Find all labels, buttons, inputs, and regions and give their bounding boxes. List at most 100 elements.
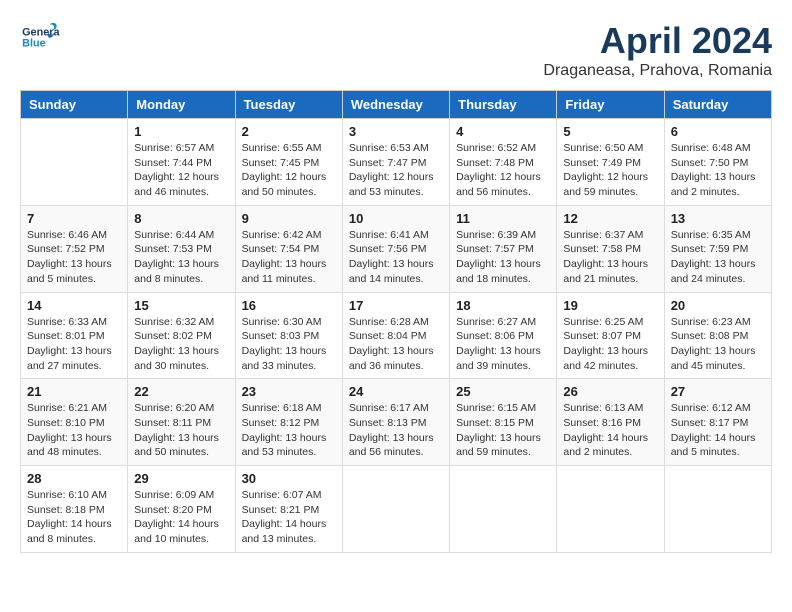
day-number: 13 <box>671 211 765 226</box>
calendar-week-row: 14 Sunrise: 6:33 AMSunset: 8:01 PMDayligh… <box>21 292 772 379</box>
day-number: 20 <box>671 298 765 313</box>
day-number: 19 <box>563 298 657 313</box>
calendar-day-cell: 3 Sunrise: 6:53 AMSunset: 7:47 PMDaylight… <box>342 119 449 206</box>
day-number: 10 <box>349 211 443 226</box>
day-info: Sunrise: 6:35 AMSunset: 7:59 PMDaylight:… <box>671 228 765 287</box>
day-number: 24 <box>349 384 443 399</box>
day-number: 3 <box>349 124 443 139</box>
calendar-day-cell: 27Sunrise: 6:12 AMSunset: 8:17 PMDayligh… <box>664 379 771 466</box>
calendar-day-cell: 25 Sunrise: 6:15 AMSunset: 8:15 PMDayligh… <box>450 379 557 466</box>
day-info: Sunrise: 6:46 AMSunset: 7:52 PMDaylight:… <box>27 228 121 287</box>
day-number: 30 <box>242 471 336 486</box>
day-number: 14 <box>27 298 121 313</box>
day-info: Sunrise: 6:20 AMSunset: 8:11 PMDaylight:… <box>134 401 228 460</box>
day-number: 1 <box>134 124 228 139</box>
day-info: Sunrise: 6:41 AMSunset: 7:56 PMDaylight:… <box>349 228 443 287</box>
logo-icon: General Blue <box>20 20 60 55</box>
day-info: Sunrise: 6:55 AMSunset: 7:45 PMDaylight:… <box>242 141 336 200</box>
calendar-day-cell <box>21 119 128 206</box>
day-number: 2 <box>242 124 336 139</box>
calendar-day-cell <box>557 466 664 553</box>
day-number: 28 <box>27 471 121 486</box>
calendar-day-cell: 22Sunrise: 6:20 AMSunset: 8:11 PMDayligh… <box>128 379 235 466</box>
day-info: Sunrise: 6:42 AMSunset: 7:54 PMDaylight:… <box>242 228 336 287</box>
day-info: Sunrise: 6:25 AMSunset: 8:07 PMDaylight:… <box>563 315 657 374</box>
day-number: 16 <box>242 298 336 313</box>
day-number: 26 <box>563 384 657 399</box>
day-number: 6 <box>671 124 765 139</box>
weekday-header: Tuesday <box>235 91 342 119</box>
day-info: Sunrise: 6:37 AMSunset: 7:58 PMDaylight:… <box>563 228 657 287</box>
calendar-day-cell: 23 Sunrise: 6:18 AMSunset: 8:12 PMDayligh… <box>235 379 342 466</box>
day-info: Sunrise: 6:12 AMSunset: 8:17 PMDaylight:… <box>671 401 765 460</box>
location-text: Draganeasa, Prahova, Romania <box>543 62 772 80</box>
calendar-day-cell: 19 Sunrise: 6:25 AMSunset: 8:07 PMDayligh… <box>557 292 664 379</box>
day-number: 21 <box>27 384 121 399</box>
day-info: Sunrise: 6:10 AMSunset: 8:18 PMDaylight:… <box>27 488 121 547</box>
weekday-header: Monday <box>128 91 235 119</box>
calendar-day-cell: 1 Sunrise: 6:57 AMSunset: 7:44 PMDaylight… <box>128 119 235 206</box>
calendar-day-cell: 8 Sunrise: 6:44 AMSunset: 7:53 PMDaylight… <box>128 205 235 292</box>
calendar-day-cell: 13 Sunrise: 6:35 AMSunset: 7:59 PMDayligh… <box>664 205 771 292</box>
day-info: Sunrise: 6:39 AMSunset: 7:57 PMDaylight:… <box>456 228 550 287</box>
day-number: 9 <box>242 211 336 226</box>
calendar-table: SundayMondayTuesdayWednesdayThursdayFrid… <box>20 90 772 553</box>
calendar-day-cell: 30 Sunrise: 6:07 AMSunset: 8:21 PMDayligh… <box>235 466 342 553</box>
day-number: 4 <box>456 124 550 139</box>
calendar-day-cell: 10 Sunrise: 6:41 AMSunset: 7:56 PMDayligh… <box>342 205 449 292</box>
day-number: 25 <box>456 384 550 399</box>
calendar-day-cell <box>450 466 557 553</box>
day-number: 18 <box>456 298 550 313</box>
day-info: Sunrise: 6:30 AMSunset: 8:03 PMDaylight:… <box>242 315 336 374</box>
page-header: General Blue April 2024 Draganeasa, Prah… <box>20 20 772 80</box>
day-number: 11 <box>456 211 550 226</box>
calendar-day-cell: 21Sunrise: 6:21 AMSunset: 8:10 PMDayligh… <box>21 379 128 466</box>
day-info: Sunrise: 6:48 AMSunset: 7:50 PMDaylight:… <box>671 141 765 200</box>
day-number: 23 <box>242 384 336 399</box>
calendar-day-cell: 28 Sunrise: 6:10 AMSunset: 8:18 PMDayligh… <box>21 466 128 553</box>
day-info: Sunrise: 6:44 AMSunset: 7:53 PMDaylight:… <box>134 228 228 287</box>
calendar-day-cell: 4 Sunrise: 6:52 AMSunset: 7:48 PMDaylight… <box>450 119 557 206</box>
day-number: 29 <box>134 471 228 486</box>
title-section: April 2024 Draganeasa, Prahova, Romania <box>543 20 772 80</box>
day-info: Sunrise: 6:07 AMSunset: 8:21 PMDaylight:… <box>242 488 336 547</box>
calendar-day-cell: 26 Sunrise: 6:13 AMSunset: 8:16 PMDayligh… <box>557 379 664 466</box>
day-info: Sunrise: 6:23 AMSunset: 8:08 PMDaylight:… <box>671 315 765 374</box>
day-number: 7 <box>27 211 121 226</box>
day-info: Sunrise: 6:15 AMSunset: 8:15 PMDaylight:… <box>456 401 550 460</box>
calendar-day-cell: 15Sunrise: 6:32 AMSunset: 8:02 PMDayligh… <box>128 292 235 379</box>
calendar-day-cell: 20 Sunrise: 6:23 AMSunset: 8:08 PMDayligh… <box>664 292 771 379</box>
day-number: 15 <box>134 298 228 313</box>
weekday-header: Sunday <box>21 91 128 119</box>
day-number: 17 <box>349 298 443 313</box>
calendar-week-row: 7 Sunrise: 6:46 AMSunset: 7:52 PMDaylight… <box>21 205 772 292</box>
day-number: 8 <box>134 211 228 226</box>
logo: General Blue <box>20 20 60 55</box>
calendar-day-cell: 6 Sunrise: 6:48 AMSunset: 7:50 PMDaylight… <box>664 119 771 206</box>
calendar-day-cell: 16 Sunrise: 6:30 AMSunset: 8:03 PMDayligh… <box>235 292 342 379</box>
day-info: Sunrise: 6:53 AMSunset: 7:47 PMDaylight:… <box>349 141 443 200</box>
day-info: Sunrise: 6:28 AMSunset: 8:04 PMDaylight:… <box>349 315 443 374</box>
day-info: Sunrise: 6:57 AMSunset: 7:44 PMDaylight:… <box>134 141 228 200</box>
day-info: Sunrise: 6:27 AMSunset: 8:06 PMDaylight:… <box>456 315 550 374</box>
day-info: Sunrise: 6:09 AMSunset: 8:20 PMDaylight:… <box>134 488 228 547</box>
calendar-week-row: 21Sunrise: 6:21 AMSunset: 8:10 PMDayligh… <box>21 379 772 466</box>
day-info: Sunrise: 6:52 AMSunset: 7:48 PMDaylight:… <box>456 141 550 200</box>
day-number: 5 <box>563 124 657 139</box>
calendar-day-cell: 2 Sunrise: 6:55 AMSunset: 7:45 PMDaylight… <box>235 119 342 206</box>
day-number: 12 <box>563 211 657 226</box>
calendar-day-cell: 12 Sunrise: 6:37 AMSunset: 7:58 PMDayligh… <box>557 205 664 292</box>
day-info: Sunrise: 6:50 AMSunset: 7:49 PMDaylight:… <box>563 141 657 200</box>
calendar-day-cell: 5 Sunrise: 6:50 AMSunset: 7:49 PMDaylight… <box>557 119 664 206</box>
calendar-day-cell: 14 Sunrise: 6:33 AMSunset: 8:01 PMDayligh… <box>21 292 128 379</box>
day-info: Sunrise: 6:13 AMSunset: 8:16 PMDaylight:… <box>563 401 657 460</box>
calendar-day-cell: 29 Sunrise: 6:09 AMSunset: 8:20 PMDayligh… <box>128 466 235 553</box>
day-info: Sunrise: 6:33 AMSunset: 8:01 PMDaylight:… <box>27 315 121 374</box>
calendar-day-cell: 9 Sunrise: 6:42 AMSunset: 7:54 PMDaylight… <box>235 205 342 292</box>
calendar-day-cell: 24Sunrise: 6:17 AMSunset: 8:13 PMDayligh… <box>342 379 449 466</box>
day-info: Sunrise: 6:18 AMSunset: 8:12 PMDaylight:… <box>242 401 336 460</box>
calendar-day-cell: 18 Sunrise: 6:27 AMSunset: 8:06 PMDayligh… <box>450 292 557 379</box>
calendar-day-cell <box>664 466 771 553</box>
weekday-header: Thursday <box>450 91 557 119</box>
calendar-day-cell: 7 Sunrise: 6:46 AMSunset: 7:52 PMDaylight… <box>21 205 128 292</box>
